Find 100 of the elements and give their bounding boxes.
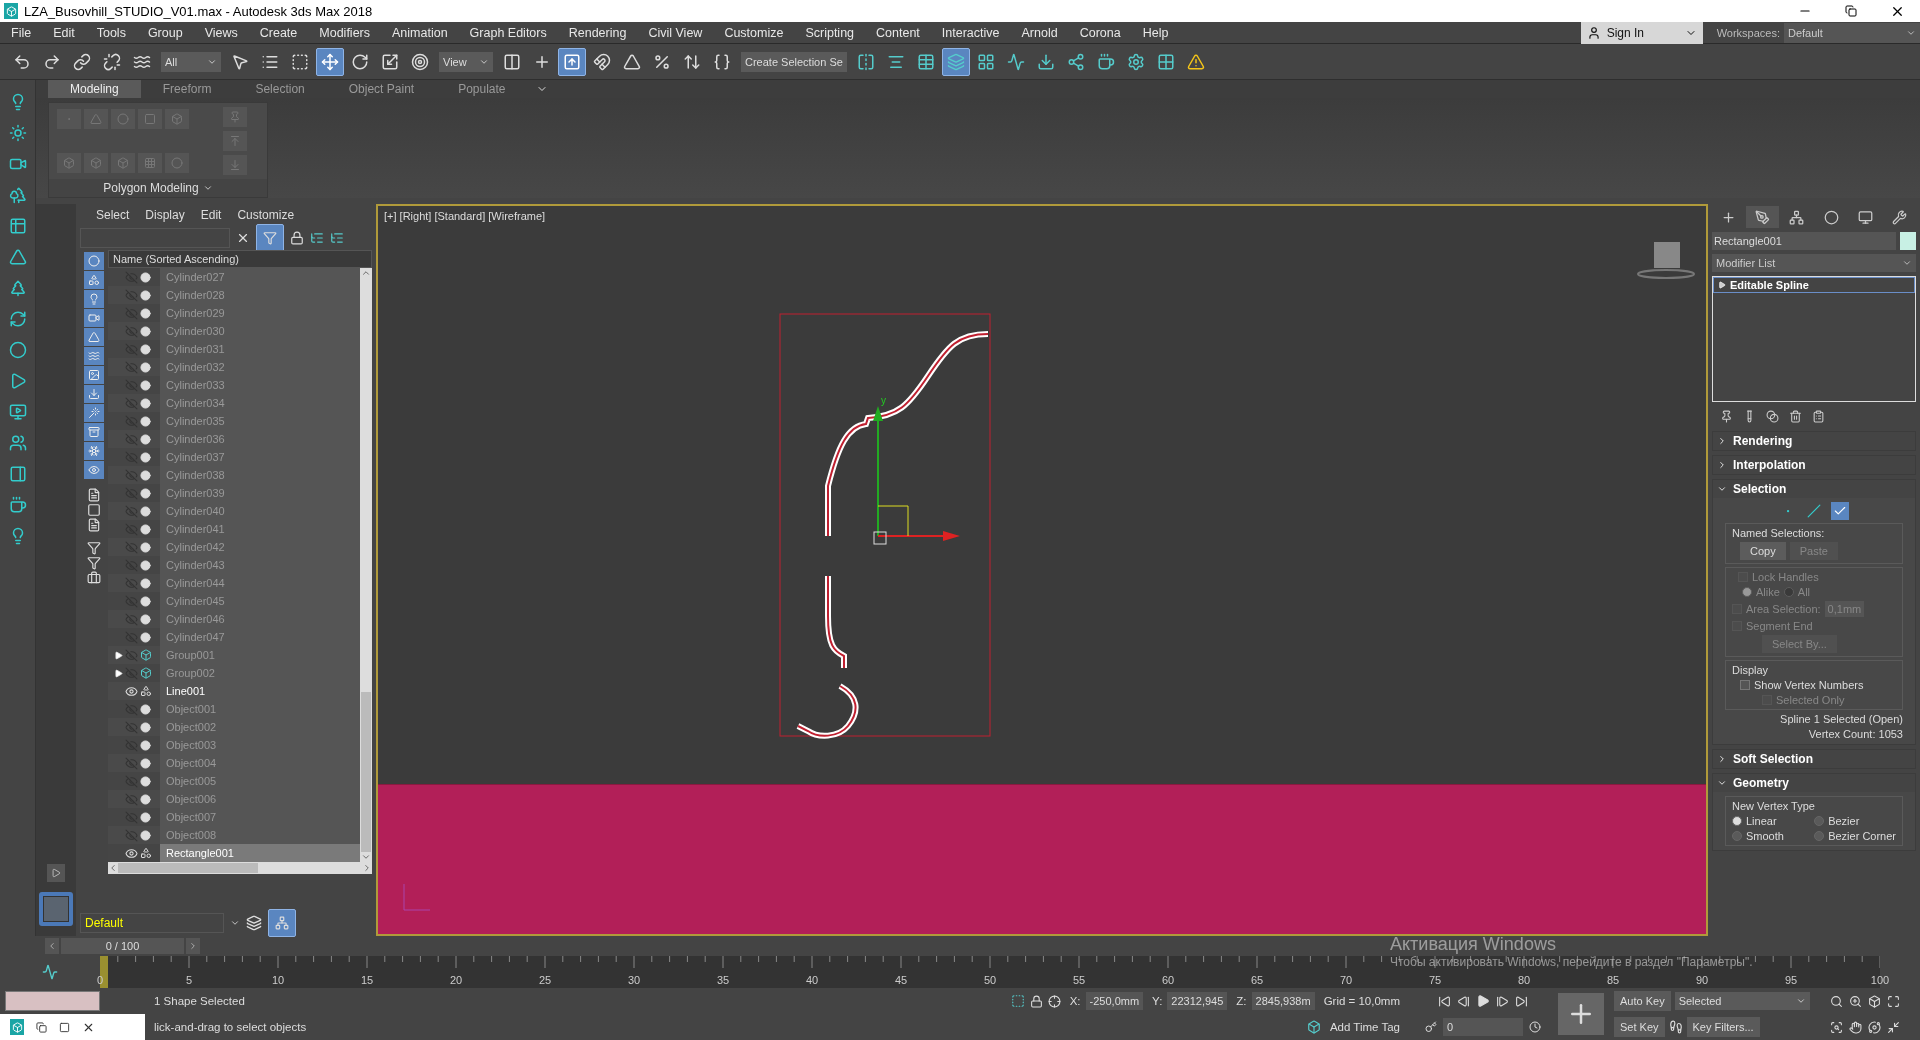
menu-item[interactable]: Graph Editors	[458, 25, 558, 40]
scene-object-item[interactable]: Group001	[160, 646, 360, 664]
tick-label: 15	[360, 974, 374, 986]
viewport-label[interactable]: [+] [Right] [Standard] [Wireframe]	[384, 210, 546, 222]
explorer-menu-item[interactable]: Edit	[200, 208, 222, 222]
menu-item[interactable]: Corona	[1068, 25, 1132, 40]
ribbon-tab[interactable]: Modeling	[48, 80, 141, 98]
menu-item[interactable]: Scripting	[794, 25, 866, 40]
selection-filter-dropdown[interactable]: All	[161, 51, 221, 72]
scene-object-item[interactable]: Cylinder036	[160, 430, 360, 448]
add-time-tag-label[interactable]: Add Time Tag	[1325, 1021, 1400, 1033]
menu-item[interactable]: Edit	[42, 25, 86, 40]
scene-object-item[interactable]: Cylinder029	[160, 304, 360, 322]
scene-object-item[interactable]: Object006	[160, 790, 360, 808]
scene-object-item[interactable]: Cylinder031	[160, 340, 360, 358]
tick-label: 55	[1072, 974, 1086, 986]
current-frame-field[interactable]: 0	[1443, 1018, 1523, 1036]
selection-info: Spline 1 Selected (Open)	[1779, 713, 1903, 725]
auto-key-button[interactable]: Auto Key	[1614, 991, 1671, 1011]
scene-object-item[interactable]: Object003	[160, 736, 360, 754]
ribbon-tab[interactable]: Selection	[233, 80, 327, 98]
menu-item[interactable]: Civil View	[637, 25, 714, 40]
scene-object-item[interactable]: Cylinder030	[160, 322, 360, 340]
rollout-header[interactable]: Rendering	[1713, 432, 1915, 450]
menu-item[interactable]: Interactive	[930, 25, 1011, 40]
y-coordinate-field[interactable]: 22312,945	[1167, 992, 1228, 1010]
column-header[interactable]: Name (Sorted Ascending)	[108, 250, 372, 268]
scene-object-item[interactable]: Cylinder042	[160, 538, 360, 556]
menu-item[interactable]: Group	[136, 25, 194, 40]
menu-item[interactable]: Help	[1131, 25, 1180, 40]
scene-object-item[interactable]: Object008	[160, 826, 360, 844]
explorer-menu-item[interactable]: Customize	[237, 208, 295, 222]
rollout-header[interactable]: Geometry	[1713, 774, 1915, 792]
tick-label: 50	[983, 974, 997, 986]
scene-object-item[interactable]: Cylinder038	[160, 466, 360, 484]
option-label: Segment End	[1746, 620, 1813, 632]
rollout-header[interactable]: Soft Selection	[1713, 750, 1915, 768]
scene-object-item[interactable]: Cylinder027	[160, 268, 360, 286]
scene-object-item[interactable]: Cylinder044	[160, 574, 360, 592]
frame-counter: 0 / 100	[61, 938, 184, 954]
copy-button[interactable]: Copy	[1740, 542, 1786, 560]
scene-object-item[interactable]: Line001	[160, 682, 360, 700]
scene-object-item[interactable]: Group002	[160, 664, 360, 682]
ribbon-tab[interactable]: Freeform	[140, 80, 234, 98]
prompt-text: lick-and-drag to select objects	[153, 1021, 308, 1033]
scene-object-item[interactable]: Cylinder041	[160, 520, 360, 538]
scene-object-item[interactable]: Object004	[160, 754, 360, 772]
sign-in-button[interactable]: Sign In	[1580, 21, 1703, 44]
x-coordinate-field[interactable]: -250,0mm	[1085, 992, 1144, 1010]
scene-object-item[interactable]: Object007	[160, 808, 360, 826]
tick-label: 60	[1161, 974, 1175, 986]
panel-title-button[interactable]: Polygon Modeling	[49, 179, 267, 197]
coordinate-label: X:	[1068, 995, 1081, 1007]
modifier-stack-item[interactable]: Editable Spline	[1713, 277, 1915, 293]
option-label: Linear	[1746, 815, 1777, 827]
menu-item[interactable]: Arnold	[1010, 25, 1069, 40]
explorer-menu-item[interactable]: Select	[96, 208, 130, 222]
menu-item[interactable]: Tools	[85, 25, 137, 40]
menu-item[interactable]: Views	[193, 25, 249, 40]
group-label: Named Selections:	[1732, 527, 1826, 539]
scene-object-item[interactable]: Cylinder046	[160, 610, 360, 628]
menu-item[interactable]: Rendering	[557, 25, 638, 40]
ribbon-tab[interactable]: Object Paint	[326, 80, 437, 98]
z-coordinate-field[interactable]: 2845,938m	[1251, 992, 1315, 1010]
menu-item[interactable]: Animation	[381, 25, 459, 40]
named-selection-dropdown[interactable]: Create Selection Se	[741, 51, 847, 72]
menu-item[interactable]: Content	[865, 25, 931, 40]
key-mode-dropdown[interactable]: Selected	[1674, 992, 1810, 1010]
layer-dropdown[interactable]: Default	[80, 913, 224, 933]
rollout-header[interactable]: Selection	[1713, 480, 1915, 498]
scene-object-item[interactable]: Cylinder040	[160, 502, 360, 520]
scene-object-item[interactable]: Cylinder039	[160, 484, 360, 502]
object-name-field[interactable]: Rectangle001	[1712, 232, 1896, 250]
workspaces-dropdown[interactable]: Default	[1784, 22, 1920, 43]
option-label: Bezier Corner	[1828, 830, 1896, 842]
menu-item[interactable]: Create	[248, 25, 309, 40]
set-key-text-button[interactable]: Set Key	[1614, 1017, 1665, 1037]
menu-item[interactable]: Customize	[713, 25, 795, 40]
scene-object-item[interactable]: Cylinder034	[160, 394, 360, 412]
scene-object-item[interactable]: Cylinder045	[160, 592, 360, 610]
scene-object-item[interactable]: Cylinder037	[160, 448, 360, 466]
scene-object-item[interactable]: Rectangle001	[160, 844, 360, 862]
scene-object-item[interactable]: Cylinder043	[160, 556, 360, 574]
explorer-menu-item[interactable]: Display	[145, 208, 185, 222]
scene-object-item[interactable]: Cylinder028	[160, 286, 360, 304]
menu-item[interactable]: Modifiers	[308, 25, 381, 40]
reference-coordinate-dropdown[interactable]: View	[439, 51, 493, 72]
scene-object-item[interactable]: Cylinder035	[160, 412, 360, 430]
scene-object-item[interactable]: Cylinder047	[160, 628, 360, 646]
scene-object-item[interactable]: Cylinder032	[160, 358, 360, 376]
scene-object-item[interactable]: Object005	[160, 772, 360, 790]
rollout-header[interactable]: Interpolation	[1713, 456, 1915, 474]
scene-object-item[interactable]: Cylinder033	[160, 376, 360, 394]
ribbon-tab[interactable]: Populate	[436, 80, 528, 98]
scene-object-item[interactable]: Object002	[160, 718, 360, 736]
option-label: Alike	[1756, 586, 1780, 598]
scene-object-item[interactable]: Object001	[160, 700, 360, 718]
menu-item[interactable]: File	[0, 25, 43, 40]
key-filters-button[interactable]: Key Filters...	[1686, 1017, 1760, 1037]
modifier-list-dropdown[interactable]: Modifier List	[1712, 254, 1916, 272]
